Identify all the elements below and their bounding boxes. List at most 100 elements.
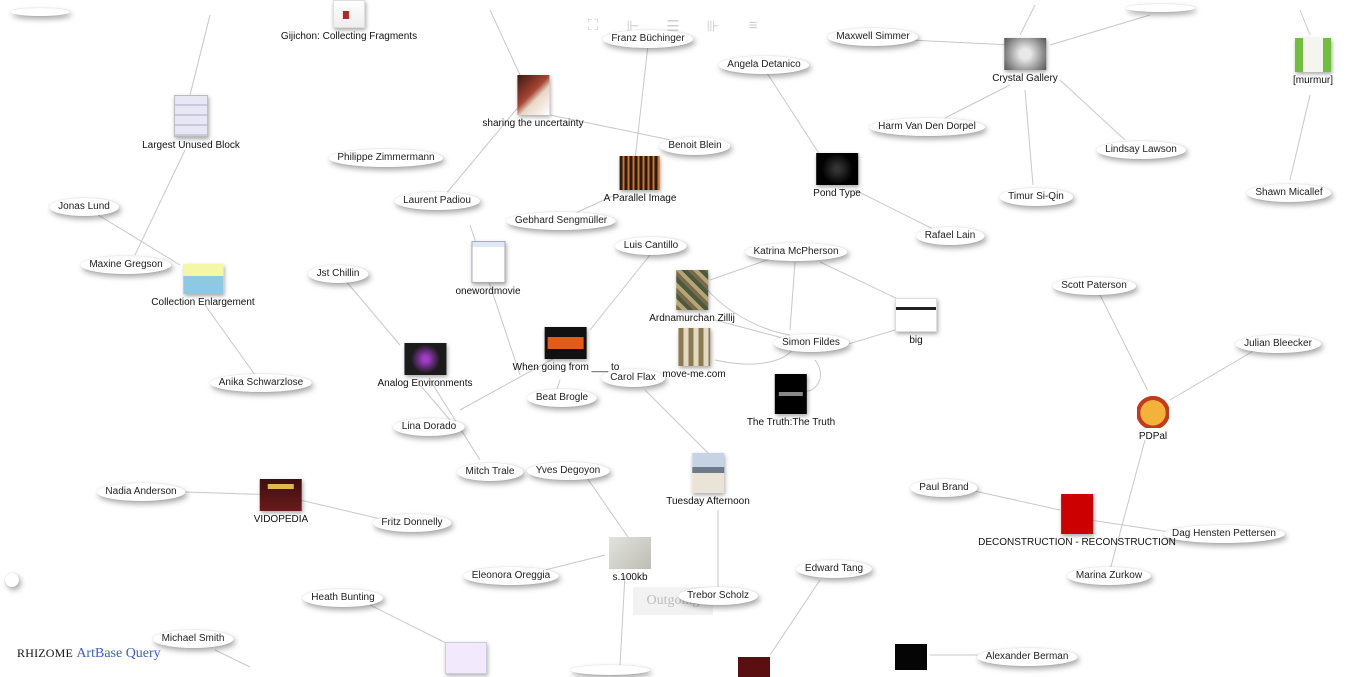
person-node[interactable]: Heath Bunting [302,589,384,607]
person-node[interactable]: Jonas Lund [49,198,119,216]
work-thumbnail [775,374,807,414]
work-thumbnail [1295,38,1331,72]
person-node[interactable]: Beat Brogle [526,389,598,407]
work-thumbnail [609,537,651,569]
person-node[interactable]: Scott Paterson [1052,277,1136,295]
work-node[interactable]: onewordmovie [455,241,521,297]
work-node[interactable]: DECONSTRUCTION - RECONSTRUCTION [978,494,1176,548]
work-node[interactable]: Collection Enlargement [151,264,255,308]
work-node[interactable]: When going from ___ to [512,327,620,373]
work-node[interactable]: VIDOPEDIA [254,479,308,525]
app-footer: RHIZOME ArtBase Query [17,645,161,662]
work-node[interactable]: The Truth:The Truth [747,374,835,428]
person-node[interactable]: Mitch Trale [456,463,524,481]
work-thumbnail [895,298,937,332]
work-label: When going from ___ to [512,362,620,373]
work-thumbnail-partial[interactable] [895,644,927,670]
person-node[interactable]: Yves Degoyon [526,462,610,480]
work-label: Collection Enlargement [151,297,255,308]
work-node[interactable]: [murmur] [1293,38,1333,86]
work-thumbnail [677,328,710,366]
work-thumbnail [691,453,724,493]
person-node[interactable]: Maxwell Simmer [827,28,919,46]
person-node[interactable]: Luis Cantillo [614,237,688,255]
person-node[interactable]: Shawn Micallef [1246,184,1332,202]
work-node[interactable]: big [895,298,937,346]
person-node-partial[interactable] [1125,4,1195,12]
artbase-query-link[interactable]: ArtBase Query [76,646,160,661]
work-node[interactable]: move-me.com [662,328,726,380]
work-thumbnail [182,264,223,294]
person-node[interactable]: Eleonora Oreggia [462,567,560,585]
work-label: VIDOPEDIA [253,514,309,525]
person-node[interactable]: Laurent Padiou [394,192,480,210]
work-node[interactable]: s.100kb [609,537,651,583]
work-node[interactable]: Gijichon: Collecting Fragments [281,0,417,42]
person-node-partial[interactable] [5,573,19,587]
person-node[interactable]: Anika Schwarzlose [209,374,313,392]
person-node[interactable]: Nadia Anderson [96,483,186,501]
work-label: PDPal [1138,431,1168,442]
person-node[interactable]: Michael Smith [152,630,234,648]
work-node[interactable]: Pond Type [813,153,861,199]
person-node[interactable]: Angela Detanico [718,56,810,74]
work-node[interactable]: sharing the uncertainty [482,75,584,129]
person-node[interactable]: Marina Zurkow [1066,567,1152,585]
person-node[interactable]: Franz Büchinger [602,30,694,48]
person-node[interactable]: Dag Hensten Pettersen [1163,525,1285,543]
work-thumbnail [1003,38,1046,70]
work-label: Analog Environments [377,378,473,389]
work-label: A Parallel Image [603,193,677,204]
brand-logo[interactable]: RHIZOME [17,646,73,660]
work-thumbnail [1137,390,1169,428]
person-node[interactable]: Jst Chillin [307,265,369,283]
work-label: big [909,335,923,346]
work-thumbnail [332,0,365,28]
person-node[interactable]: Rafael Lain [915,227,985,245]
person-node[interactable]: Alexander Berman [976,648,1078,666]
person-node[interactable]: Julian Bleecker [1235,335,1321,353]
person-node[interactable]: Philippe Zimmermann [328,149,444,167]
work-thumbnail [470,241,505,283]
align-right-icon[interactable]: ⊪ [705,17,721,35]
work-thumbnail [516,75,549,115]
work-label: Gijichon: Collecting Fragments [280,31,418,42]
person-node[interactable]: Edward Tang [795,560,873,578]
work-thumbnail [1061,494,1093,534]
person-node[interactable]: Harm Van Den Dorpel [869,118,985,136]
work-label: move-me.com [662,369,726,380]
person-node[interactable]: Lindsay Lawson [1096,141,1186,159]
work-node[interactable]: PDPal [1137,390,1169,442]
work-node[interactable]: Ardnamurchan Zillij [649,270,735,324]
expand-icon[interactable]: ⛶ [585,17,601,35]
person-node[interactable]: Timur Si-Qin [999,188,1073,206]
work-thumbnail-partial[interactable] [738,657,770,677]
work-label: sharing the uncertainty [482,118,584,129]
person-node-partial[interactable] [10,8,70,16]
work-thumbnail-partial[interactable] [445,642,487,674]
work-node[interactable]: A Parallel Image [603,156,677,204]
work-label: DECONSTRUCTION - RECONSTRUCTION [978,537,1176,548]
person-node[interactable]: Fritz Donnelly [372,514,452,532]
work-label: [murmur] [1293,75,1333,86]
list-icon[interactable]: ≡ [745,17,761,35]
person-node[interactable]: Lina Dorado [392,418,466,436]
work-thumbnail [174,95,208,137]
work-node[interactable]: Tuesday Afternoon [666,453,750,507]
person-node[interactable]: Trebor Scholz [678,587,758,605]
work-thumbnail [260,479,302,511]
work-label: The Truth:The Truth [746,417,836,428]
person-node[interactable]: Benoit Blein [659,137,731,155]
work-node[interactable]: Largest Unused Block [142,95,240,151]
work-thumbnail [544,327,587,359]
work-label: Largest Unused Block [142,140,240,151]
work-label: Tuesday Afternoon [666,496,750,507]
work-node[interactable]: Crystal Gallery [992,38,1058,84]
person-node[interactable]: Katrina McPherson [744,243,848,261]
work-label: Crystal Gallery [992,73,1058,84]
person-node[interactable]: Gebhard Sengmüller [505,212,617,230]
work-node[interactable]: Analog Environments [377,343,473,389]
person-node[interactable]: Paul Brand [910,479,978,497]
person-node-partial[interactable] [570,665,650,675]
person-node[interactable]: Simon Fildes [773,334,849,352]
